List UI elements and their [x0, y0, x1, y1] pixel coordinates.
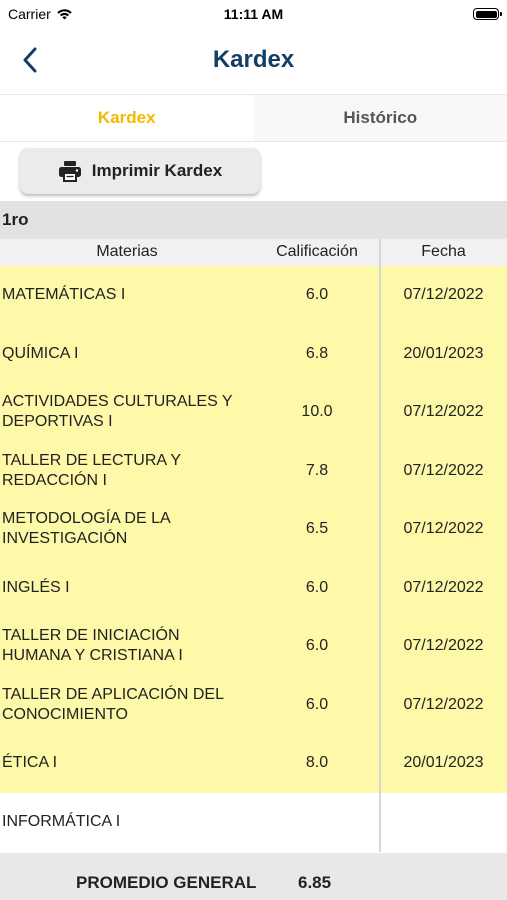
fecha-cell: 07/12/2022 — [403, 637, 484, 655]
calificacion-cell: 6.0 — [305, 286, 329, 304]
print-kardex-button[interactable]: Imprimir Kardex — [20, 148, 260, 194]
table-row: INGLÉS I 6.0 07/12/2022 — [0, 558, 507, 617]
calificacion-cell: 7.8 — [305, 461, 329, 479]
tab-kardex[interactable]: Kardex — [0, 95, 254, 141]
fecha-cell: 07/12/2022 — [403, 520, 484, 538]
materia-cell: TALLER DE INICIACIÓN HUMANA Y CRISTIANA … — [2, 627, 183, 665]
table-row: ÉTICA I 8.0 20/01/2023 — [0, 734, 507, 793]
fecha-cell — [380, 793, 507, 852]
calificacion-cell: 10.0 — [301, 403, 333, 421]
table-row: ACTIVIDADES CULTURALES Y DEPORTIVAS I 10… — [0, 383, 507, 442]
tab-historico[interactable]: Histórico — [253, 95, 507, 141]
table-row: QUÍMICA I 6.8 20/01/2023 — [0, 324, 507, 383]
status-bar: Carrier 11:11 AM — [0, 0, 507, 28]
average-label: PROMEDIO GENERAL — [76, 873, 257, 892]
calificacion-cell: 6.0 — [305, 637, 329, 655]
calificacion-cell: 6.8 — [305, 344, 329, 362]
header-calificacion: Calificación — [276, 243, 358, 260]
average-value: 6.85 — [298, 873, 332, 892]
calificacion-cell: 6.0 — [305, 578, 329, 596]
materia-cell: TALLER DE APLICACIÓN DEL CONOCIMIENTO — [2, 685, 224, 723]
materia-cell: MATEMÁTICAS I — [2, 286, 126, 304]
average-footer: PROMEDIO GENERAL 6.85 — [0, 853, 507, 900]
page-title: Kardex — [212, 46, 295, 73]
materia-cell: INGLÉS I — [2, 578, 70, 596]
table-row: INFORMÁTICA I — [0, 792, 507, 852]
table-row: TALLER DE INICIACIÓN HUMANA Y CRISTIANA … — [0, 617, 507, 676]
header-fecha: Fecha — [421, 243, 466, 260]
fecha-cell: 07/12/2022 — [403, 578, 484, 596]
table-row: TALLER DE LECTURA Y REDACCIÓN I 7.8 07/1… — [0, 441, 507, 500]
column-divider — [379, 239, 381, 852]
table-header: Materias Calificación Fecha — [0, 239, 507, 266]
grades-table: MATEMÁTICAS I 6.0 07/12/2022 QUÍMICA I 6… — [0, 266, 507, 851]
battery-icon — [473, 8, 502, 20]
calificacion-cell: 6.0 — [305, 695, 329, 713]
print-button-label: Imprimir Kardex — [91, 161, 223, 180]
calificacion-cell — [254, 793, 380, 852]
table-row: MATEMÁTICAS I 6.0 07/12/2022 — [0, 266, 507, 325]
fecha-cell: 07/12/2022 — [403, 403, 484, 421]
table-row: METODOLOGÍA DE LA INVESTIGACIÓN 6.5 07/1… — [0, 500, 507, 559]
fecha-cell: 20/01/2023 — [403, 344, 484, 362]
table-row: TALLER DE APLICACIÓN DEL CONOCIMIENTO 6.… — [0, 675, 507, 734]
navigation-bar: Kardex — [0, 28, 507, 94]
status-time: 11:11 AM — [223, 6, 284, 22]
calificacion-cell: 8.0 — [305, 754, 329, 772]
printer-icon — [58, 161, 81, 182]
materia-cell: ACTIVIDADES CULTURALES Y DEPORTIVAS I — [2, 393, 233, 431]
tab-bar: Kardex Histórico — [0, 94, 507, 142]
calificacion-cell: 6.5 — [305, 520, 329, 538]
materia-cell: QUÍMICA I — [2, 344, 79, 362]
materia-cell: TALLER DE LECTURA Y REDACCIÓN I — [2, 451, 181, 489]
section-header: 1ro — [0, 201, 507, 239]
fecha-cell: 07/12/2022 — [403, 286, 484, 304]
materia-cell: METODOLOGÍA DE LA INVESTIGACIÓN — [2, 510, 170, 548]
header-materias: Materias — [96, 243, 158, 260]
materia-cell: ÉTICA I — [2, 754, 58, 772]
fecha-cell: 07/12/2022 — [403, 695, 484, 713]
fecha-cell: 20/01/2023 — [403, 754, 484, 772]
materia-cell: INFORMÁTICA I — [2, 812, 121, 830]
fecha-cell: 07/12/2022 — [403, 461, 484, 479]
